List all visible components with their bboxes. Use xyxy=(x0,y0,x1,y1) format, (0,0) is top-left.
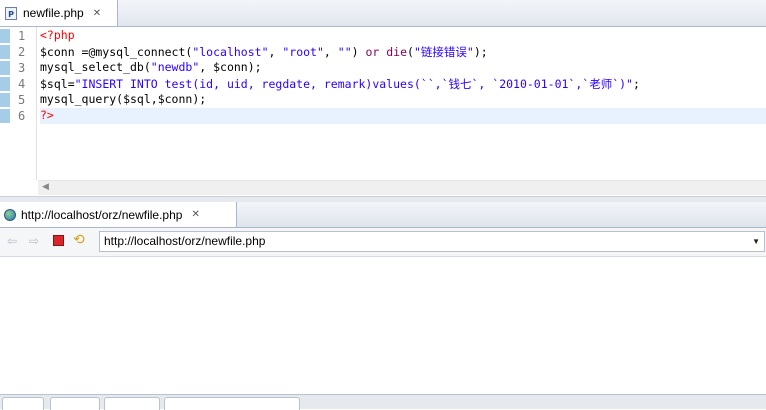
code-line-2[interactable]: $conn =@mysql_connect("localhost", "root… xyxy=(40,44,488,60)
browser-toolbar: ⇦ ⇨ ⟲ http://localhost/orz/newfile.php ▼ xyxy=(0,228,766,257)
line-number: 4 xyxy=(18,77,26,91)
string-token: "" xyxy=(337,45,352,59)
refresh-icon[interactable]: ⟲ xyxy=(73,232,85,248)
code-line-1[interactable]: <?php xyxy=(40,28,75,44)
bottom-tab[interactable] xyxy=(164,397,300,410)
gutter-marker xyxy=(0,29,10,43)
code-token: $sql= xyxy=(40,77,75,91)
code-token: , xyxy=(323,45,338,59)
keyword-token: or die xyxy=(365,45,408,59)
forward-arrow-icon[interactable]: ⇨ xyxy=(27,234,41,248)
code-token: mysql_query($sql,$conn); xyxy=(40,92,207,106)
close-icon[interactable]: ✕ xyxy=(191,209,199,220)
php-file-icon: P xyxy=(5,6,17,20)
tab-newfile-php[interactable]: P newfile.php ✕ xyxy=(0,0,118,26)
php-close-tag: ?> xyxy=(40,108,54,122)
code-editor[interactable]: 1 2 3 4 5 6 <?php $conn =@mysql_connect(… xyxy=(0,27,766,195)
code-token: ) xyxy=(351,45,366,59)
bottom-view-bar xyxy=(0,394,766,410)
line-number: 2 xyxy=(18,45,26,59)
code-token: , xyxy=(268,45,283,59)
line-numbers: 1 2 3 4 5 6 xyxy=(14,27,37,180)
stop-icon[interactable] xyxy=(53,235,64,246)
gutter-marker xyxy=(0,77,10,91)
editor-gutter xyxy=(0,27,12,127)
string-token: "localhost" xyxy=(192,45,269,59)
code-line-4[interactable]: $sql="INSERT INTO test(id, uid, regdate,… xyxy=(40,76,640,92)
browser-tab-bar: http://localhost/orz/newfile.php ✕ xyxy=(0,202,766,228)
code-text[interactable]: <?php $conn =@mysql_connect("localhost",… xyxy=(40,27,766,180)
code-line-3[interactable]: mysql_select_db("newdb", $conn); xyxy=(40,60,262,76)
chevron-down-icon[interactable]: ▼ xyxy=(752,232,760,251)
code-token: , $conn); xyxy=(199,60,262,74)
editor-tab-label: newfile.php xyxy=(23,6,84,20)
code-token: ; xyxy=(632,77,640,91)
string-token: "INSERT INTO test(id, uid, regdate, rema… xyxy=(74,77,633,91)
code-line-5[interactable]: mysql_query($sql,$conn); xyxy=(40,92,206,108)
gutter-marker xyxy=(0,109,10,123)
line-number: 1 xyxy=(18,29,26,43)
browser-viewport[interactable] xyxy=(0,257,766,394)
string-token: "链接错误" xyxy=(413,45,474,59)
line-number: 6 xyxy=(18,109,26,123)
url-text: http://localhost/orz/newfile.php xyxy=(104,234,266,248)
close-icon[interactable]: ✕ xyxy=(93,8,101,19)
line-number: 3 xyxy=(18,61,26,75)
code-token: mysql_select_db( xyxy=(40,60,151,74)
code-line-6[interactable]: ?> xyxy=(40,108,766,124)
bottom-tab[interactable] xyxy=(2,397,44,410)
bottom-tab[interactable] xyxy=(50,397,100,410)
code-token: ); xyxy=(473,45,488,59)
code-token: $conn =@mysql_connect( xyxy=(40,45,193,59)
bottom-tab[interactable] xyxy=(104,397,160,410)
line-number: 5 xyxy=(18,93,26,107)
string-token: "root" xyxy=(282,45,324,59)
back-arrow-icon[interactable]: ⇦ xyxy=(5,234,19,248)
string-token: "newdb" xyxy=(150,60,200,74)
scroll-left-icon[interactable]: ◀ xyxy=(42,182,49,192)
php-open-tag: <?php xyxy=(40,28,75,42)
gutter-marker xyxy=(0,45,10,59)
globe-icon xyxy=(4,208,16,221)
url-input[interactable]: http://localhost/orz/newfile.php ▼ xyxy=(99,231,765,252)
browser-tab-label: http://localhost/orz/newfile.php xyxy=(21,207,183,222)
gutter-marker xyxy=(0,93,10,107)
code-token: ( xyxy=(407,45,414,59)
horizontal-scrollbar[interactable]: ◀ xyxy=(38,180,766,195)
tab-browser-preview[interactable]: http://localhost/orz/newfile.php ✕ xyxy=(0,202,237,227)
editor-tab-bar: P newfile.php ✕ xyxy=(0,0,766,27)
gutter-marker xyxy=(0,61,10,75)
